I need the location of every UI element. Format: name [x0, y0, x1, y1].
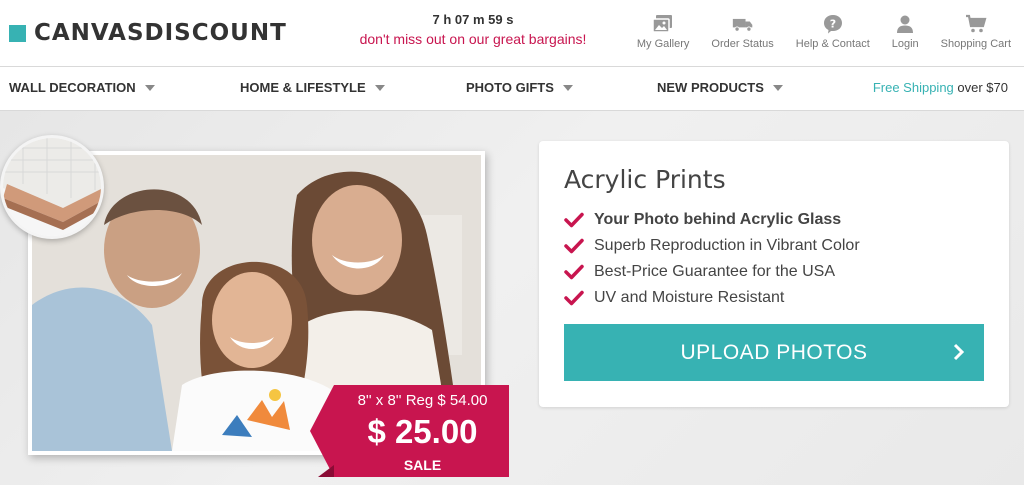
nav-photo-gifts[interactable]: PHOTO GIFTS — [466, 80, 573, 95]
header-links: My Gallery Order Status ? Help & Contact — [615, 14, 1011, 50]
countdown-timer: 7 h 07 m 59 s — [432, 12, 514, 27]
hero-banner: 8'' x 8'' Reg $ 54.00 $ 25.00 SALE Acryl… — [0, 111, 1024, 485]
feature-text: Superb Reproduction in Vibrant Color — [594, 237, 860, 254]
truck-icon — [732, 18, 752, 32]
price-size-regular: 8'' x 8'' Reg $ 54.00 — [357, 392, 488, 409]
logo-text: CANVASDISCOUNT — [34, 20, 287, 46]
svg-text:?: ? — [830, 18, 836, 31]
order-status-label: Order Status — [711, 38, 774, 50]
promo-banner: 7 h 07 m 59 s don't miss out on our grea… — [330, 12, 616, 47]
list-item: UV and Moisture Resistant — [564, 285, 860, 311]
free-shipping-highlight: Free Shipping — [872, 80, 954, 95]
help-contact-link[interactable]: ? Help & Contact — [796, 14, 870, 50]
my-gallery-label: My Gallery — [636, 38, 690, 50]
price-tag: 8'' x 8'' Reg $ 54.00 $ 25.00 SALE — [310, 385, 509, 477]
cart-icon — [965, 14, 987, 33]
promo-message: don't miss out on our great bargains! — [359, 31, 587, 47]
logo[interactable]: CANVASDISCOUNT — [9, 20, 287, 46]
checkmark-icon — [564, 238, 584, 254]
list-item: Your Photo behind Acrylic Glass — [564, 207, 860, 233]
feature-text: Best-Price Guarantee for the USA — [594, 263, 835, 280]
product-title: Acrylic Prints — [564, 165, 726, 194]
chevron-right-icon — [953, 343, 965, 361]
checkmark-icon — [564, 290, 584, 306]
upload-photos-label: UPLOAD PHOTOS — [680, 340, 868, 364]
logo-square-icon — [9, 24, 26, 42]
checkmark-icon — [564, 212, 584, 228]
caret-down-icon — [772, 84, 783, 91]
list-item: Superb Reproduction in Vibrant Color — [564, 233, 860, 259]
nav-home-lifestyle-label: HOME & LIFESTYLE — [240, 80, 366, 95]
order-status-link[interactable]: Order Status — [711, 14, 774, 50]
caret-down-icon — [374, 84, 385, 91]
free-shipping-threshold: over $70 — [953, 80, 1008, 95]
free-shipping-notice[interactable]: Free Shipping over $70 — [873, 80, 1008, 95]
feature-text: Your Photo behind Acrylic Glass — [594, 211, 842, 228]
shopping-cart-link[interactable]: Shopping Cart — [941, 14, 1011, 50]
login-label: Login — [891, 38, 919, 50]
header: CANVASDISCOUNT 7 h 07 m 59 s don't miss … — [0, 0, 1024, 66]
gallery-icon — [652, 15, 673, 33]
main-nav: WALL DECORATION HOME & LIFESTYLE PHOTO G… — [0, 66, 1024, 111]
nav-new-products[interactable]: NEW PRODUCTS — [657, 80, 783, 95]
sale-price: $ 25.00 — [367, 413, 478, 450]
help-icon: ? — [823, 15, 842, 34]
product-info-card: Acrylic Prints Your Photo behind Acrylic… — [539, 141, 1009, 407]
nav-wall-decoration[interactable]: WALL DECORATION — [9, 80, 155, 95]
sale-label: SALE — [403, 457, 442, 473]
checkmark-icon — [564, 264, 584, 280]
list-item: Best-Price Guarantee for the USA — [564, 259, 860, 285]
caret-down-icon — [144, 84, 155, 91]
user-icon — [897, 15, 914, 33]
feature-list: Your Photo behind Acrylic Glass Superb R… — [564, 207, 860, 311]
nav-photo-gifts-label: PHOTO GIFTS — [466, 80, 554, 95]
nav-home-lifestyle[interactable]: HOME & LIFESTYLE — [240, 80, 385, 95]
feature-text: UV and Moisture Resistant — [594, 289, 785, 306]
nav-wall-decoration-label: WALL DECORATION — [9, 80, 136, 95]
acrylic-edge-detail — [0, 135, 104, 239]
my-gallery-link[interactable]: My Gallery — [636, 14, 690, 50]
help-contact-label: Help & Contact — [795, 38, 870, 50]
caret-down-icon — [562, 84, 573, 91]
nav-new-products-label: NEW PRODUCTS — [657, 80, 764, 95]
login-link[interactable]: Login — [892, 14, 919, 50]
shopping-cart-label: Shopping Cart — [940, 38, 1011, 50]
upload-photos-button[interactable]: UPLOAD PHOTOS — [564, 324, 984, 381]
